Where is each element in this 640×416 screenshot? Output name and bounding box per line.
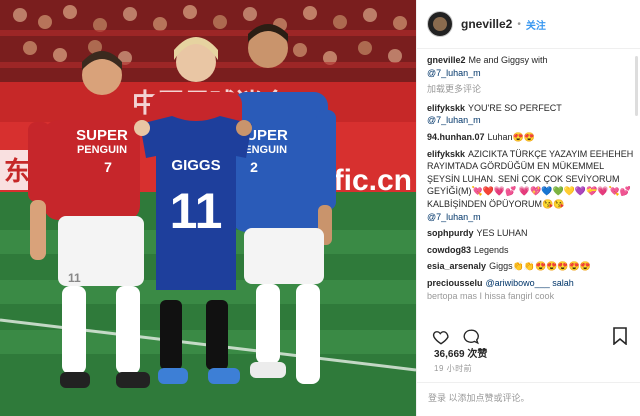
- comment-icon[interactable]: [462, 328, 480, 346]
- header-username[interactable]: gneville2: [461, 17, 512, 31]
- comment-username[interactable]: sophpurdy: [427, 228, 474, 238]
- heart-icon[interactable]: [432, 328, 450, 346]
- likes-count[interactable]: 36,669 次赞: [434, 345, 487, 360]
- comment-mention[interactable]: @7_luhan_m: [427, 114, 634, 127]
- comment-text: Luhan😍😍: [487, 131, 535, 142]
- comment-text: YOU'RE SO PERFECT: [468, 102, 562, 113]
- post-photo: 中国足球迷会 东 fic.cn SUPER PENGUIN 7 11: [0, 0, 416, 416]
- comment-item: elifykskk AZICIKTA TÜRKÇE YAZAYIM EEHEHEH…: [427, 148, 634, 224]
- held-jersey-name: GIGGS: [171, 157, 220, 174]
- bookmark-icon[interactable]: [612, 327, 628, 345]
- separator-dot: •: [517, 18, 521, 30]
- post-header: gneville2 • 关注: [417, 0, 640, 49]
- caption-text: Me and Giggsy with: [468, 55, 548, 65]
- caption-mention[interactable]: @7_luhan_m: [427, 67, 634, 80]
- comment-username[interactable]: preciousselu: [427, 278, 483, 288]
- comment-text: @ariwibowo___ salah: [485, 277, 574, 288]
- comments-list: gneville2 Me and Giggsy with @7_luhan_m 加…: [427, 54, 634, 328]
- comment-cut-text: bertopa mas I hissa fangirl cook: [427, 290, 555, 301]
- left-shirt-text-2: PENGUIN: [77, 144, 127, 156]
- held-jersey-number: 11: [170, 183, 223, 239]
- left-shirt-number: 7: [104, 159, 112, 175]
- comment-username[interactable]: cowdog83: [427, 245, 471, 255]
- login-prompt[interactable]: 登录 以添加点赞或评论。: [416, 382, 640, 412]
- avatar[interactable]: [427, 11, 453, 37]
- comment-item: preciousselu @ariwibowo___ salah bertopa …: [427, 277, 634, 302]
- comment-text: YES LUHAN: [476, 228, 528, 239]
- comment-text: Giggs👏👏😍😍😍😍😍: [489, 261, 592, 272]
- comment-text: Legends: [474, 244, 509, 255]
- comment-item: esia_arsenaly Giggs👏👏😍😍😍😍😍: [427, 260, 634, 273]
- post-time: 19 小时前: [434, 364, 473, 373]
- comment-username[interactable]: 94.hunhan.07: [427, 132, 485, 142]
- caption: gneville2 Me and Giggsy with @7_luhan_m: [427, 54, 634, 79]
- follow-button[interactable]: 关注: [526, 17, 546, 32]
- caption-username[interactable]: gneville2: [427, 55, 466, 65]
- comment-username[interactable]: elifykskk: [427, 103, 465, 113]
- right-shirt-number: 2: [250, 159, 258, 175]
- left-shorts-number: 11: [68, 271, 81, 285]
- load-more-comments[interactable]: 加载更多评论: [427, 83, 634, 96]
- comment-item: sophpurdy YES LUHAN: [427, 227, 634, 240]
- comment-mention[interactable]: @7_luhan_m: [427, 211, 634, 224]
- comment-username[interactable]: elifykskk: [427, 149, 465, 159]
- comment-item: elifykskk YOU'RE SO PERFECT @7_luhan_m: [427, 102, 634, 127]
- comment-item: cowdog83 Legends: [427, 244, 634, 257]
- comment-username[interactable]: esia_arsenaly: [427, 261, 486, 271]
- comment-item: 94.hunhan.07 Luhan😍😍: [427, 131, 634, 144]
- board-left-text: 东: [4, 156, 30, 187]
- left-shirt-text-1: SUPER: [76, 127, 128, 144]
- comments-scrollbar[interactable]: [635, 56, 638, 116]
- photo-scene: 中国足球迷会 东 fic.cn SUPER PENGUIN 7 11: [0, 0, 416, 416]
